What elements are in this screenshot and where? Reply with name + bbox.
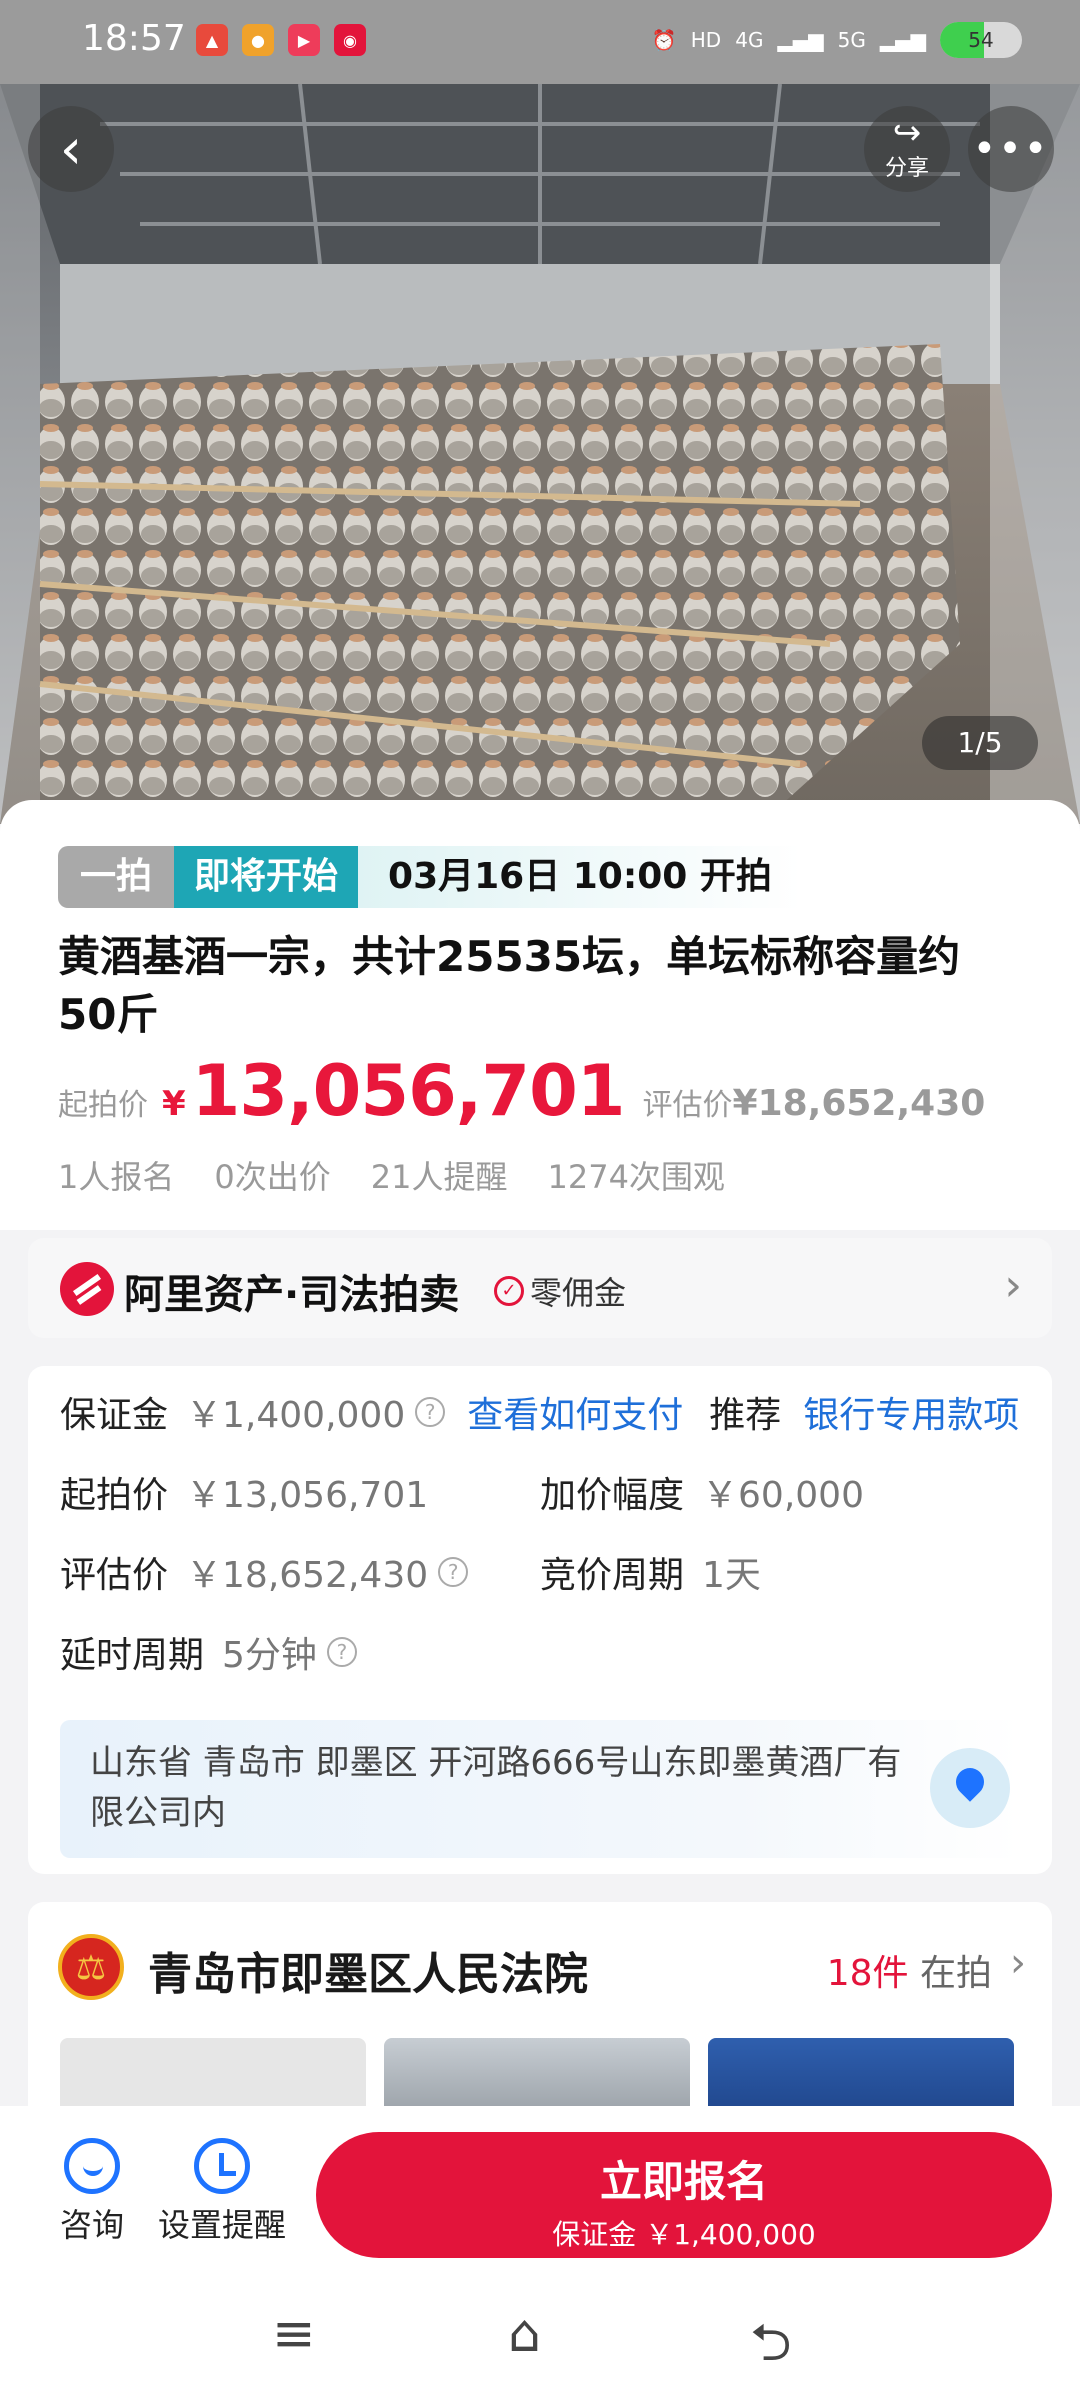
image-counter: 1/5 [922, 716, 1038, 770]
video-app-icon: ▶ [288, 24, 320, 56]
check-circle-icon: ✓ [494, 1276, 524, 1306]
share-label: 分享 [884, 156, 929, 181]
detail-estimate-value: ￥18,652,430 [186, 1555, 429, 1596]
set-reminder-button[interactable]: 设置提醒 [152, 2138, 292, 2246]
reminder-count: 21人提醒 [370, 1158, 508, 1196]
consult-button[interactable]: 咨询 [52, 2138, 132, 2246]
detail-start-value: ￥13,056,701 [186, 1475, 429, 1516]
status-time: 18:57 [82, 18, 186, 59]
delay-label: 延时周期 [60, 1635, 205, 1676]
app-notification-icon: ◉ [334, 24, 366, 56]
deposit-row: 保证金 ￥1,400,000 ? 查看如何支付 推荐 银行专用款项 [60, 1386, 1019, 1438]
recommend-link[interactable]: 银行专用款项 [803, 1386, 1019, 1438]
more-dots-icon: ••• [972, 126, 1050, 172]
chevron-right-icon: › [1004, 1260, 1022, 1311]
recommend-label: 推荐 [709, 1395, 782, 1436]
status-badge: 即将开始 [174, 846, 359, 908]
signal-icon: ▂▄▆ [879, 28, 926, 52]
currency-symbol: ¥ [162, 1084, 186, 1124]
signup-count: 1人报名 [58, 1158, 175, 1196]
auction-details-card: 保证金 ￥1,400,000 ? 查看如何支付 推荐 银行专用款项 起拍价 ￥1… [28, 1366, 1052, 1874]
court-count-number: 18件 [826, 1953, 909, 1994]
detail-estimate-label: 评估价 [60, 1555, 169, 1596]
court-count-suffix: 在拍 [919, 1953, 992, 1994]
battery-level: 54 [968, 28, 994, 52]
increment-row: 加价幅度 ￥60,000 [540, 1466, 864, 1518]
how-to-pay-link[interactable]: 查看如何支付 [467, 1386, 683, 1438]
listing-tags: 一拍 即将开始 03月16日 10:00 开拍 [58, 846, 802, 908]
bottom-action-bar: 咨询 设置提醒 立即报名 保证金 ￥1,400,000 [0, 2106, 1080, 2266]
court-name: 青岛市即墨区人民法院 [148, 1949, 588, 2000]
start-time: 03月16日 10:00 开拍 [358, 846, 802, 908]
court-emblem-icon [58, 1934, 124, 2000]
platform-name: 阿里资产·司法拍卖 [124, 1272, 460, 1318]
reminder-label: 设置提醒 [157, 2206, 286, 2244]
listing-info-card: 一拍 即将开始 03月16日 10:00 开拍 黄酒基酒一宗，共计25535坛，… [0, 800, 1080, 1230]
chevron-left-icon: ‹ [59, 116, 83, 182]
register-label: 立即报名 [599, 2157, 768, 2206]
increment-label: 加价幅度 [540, 1475, 685, 1516]
ali-assets-logo [60, 1262, 114, 1316]
network-indicator: 4G [735, 28, 764, 52]
estimate-label: 评估价 [642, 1088, 733, 1123]
question-circle-icon[interactable]: ? [326, 1637, 357, 1667]
share-icon: ↪ [892, 113, 922, 153]
start-price-row: 起拍价 ￥13,056,701 [60, 1466, 428, 1518]
address-text: 山东省 青岛市 即墨区 开河路666号山东即墨黄酒厂有限公司内 [90, 1743, 902, 1833]
status-right: ⏰ HD 4G ▂▄▆ 5G ▂▄▆ 54 [652, 22, 1022, 58]
view-count: 1274次围观 [547, 1158, 725, 1196]
chevron-right-icon: › [1010, 1940, 1026, 1986]
warehouse-jars-image [0, 84, 1080, 824]
home-icon[interactable]: ⌂ [508, 2304, 541, 2364]
status-bar: 18:57 ▲ ● ▶ ◉ ⏰ HD 4G ▂▄▆ 5G ▂▄▆ 54 [0, 0, 1080, 84]
back-icon[interactable]: ⮌ [750, 2304, 792, 2393]
question-circle-icon[interactable]: ? [438, 1557, 469, 1587]
increment-value: ￥60,000 [702, 1475, 864, 1516]
app-notification-icon: ● [242, 24, 274, 56]
delay-row: 延时周期 5分钟 ? [60, 1626, 357, 1678]
zero-commission-badge: ✓ 零佣金 [494, 1268, 626, 1314]
start-price-label: 起拍价 [58, 1088, 148, 1123]
consult-label: 咨询 [59, 2206, 124, 2244]
notification-icons: ▲ ● ▶ ◉ [196, 24, 366, 56]
court-card[interactable]: 青岛市即墨区人民法院 18件 在拍 › [28, 1902, 1052, 2122]
estimate-price: ¥18,652,430 [732, 1083, 986, 1124]
platform-banner[interactable]: 阿里资产·司法拍卖 ✓ 零佣金 › [28, 1238, 1052, 1338]
menu-icon[interactable]: ≡ [272, 2304, 316, 2364]
deposit-value: ￥1,400,000 [186, 1395, 406, 1436]
zero-commission-label: 零佣金 [530, 1274, 627, 1312]
bid-count: 0次出价 [214, 1158, 331, 1196]
system-navigation-bar: ≡ ⌂ ⮌ [0, 2266, 1080, 2408]
cycle-label: 竞价周期 [540, 1555, 685, 1596]
app-notification-icon: ▲ [196, 24, 228, 56]
map-pin-icon[interactable] [930, 1748, 1010, 1828]
cycle-row: 竞价周期 1天 [540, 1546, 761, 1598]
question-circle-icon[interactable]: ? [415, 1397, 446, 1427]
hd-indicator: HD [690, 28, 722, 52]
alarm-status-icon: ⏰ [651, 28, 677, 52]
auction-type-tag: 一拍 [58, 846, 175, 908]
signal-icon: ▂▄▆ [777, 28, 824, 52]
back-button[interactable]: ‹ [28, 106, 114, 192]
detail-start-label: 起拍价 [60, 1475, 169, 1516]
listing-stats: 1人报名 0次出价 21人提醒 1274次围观 [58, 1152, 725, 1198]
deposit-label: 保证金 [60, 1395, 169, 1436]
price-row: 起拍价 ¥ 13,056,701 评估价 ¥18,652,430 [58, 1050, 985, 1132]
estimate-row: 评估价 ￥18,652,430 ? [60, 1546, 469, 1598]
share-button[interactable]: ↪ 分享 [864, 106, 950, 192]
address-box[interactable]: 山东省 青岛市 即墨区 开河路666号山东即墨黄酒厂有限公司内 [60, 1720, 1020, 1858]
headset-icon [64, 2138, 120, 2194]
listing-title: 黄酒基酒一宗，共计25535坛，单坛标称容量约50斤 [58, 932, 961, 1039]
register-deposit-label: 保证金 ￥1,400,000 [552, 2218, 816, 2251]
register-button[interactable]: 立即报名 保证金 ￥1,400,000 [316, 2132, 1052, 2258]
product-photo[interactable] [0, 84, 1080, 824]
alarm-clock-icon [194, 2138, 250, 2194]
court-listing-count[interactable]: 18件 在拍 [827, 1944, 992, 1996]
network-indicator-2: 5G [837, 28, 866, 52]
more-button[interactable]: ••• [968, 106, 1054, 192]
cycle-value: 1天 [702, 1555, 761, 1596]
battery-icon: 54 [940, 22, 1022, 58]
start-price: 13,056,701 [191, 1050, 626, 1132]
delay-value: 5分钟 [222, 1635, 317, 1676]
